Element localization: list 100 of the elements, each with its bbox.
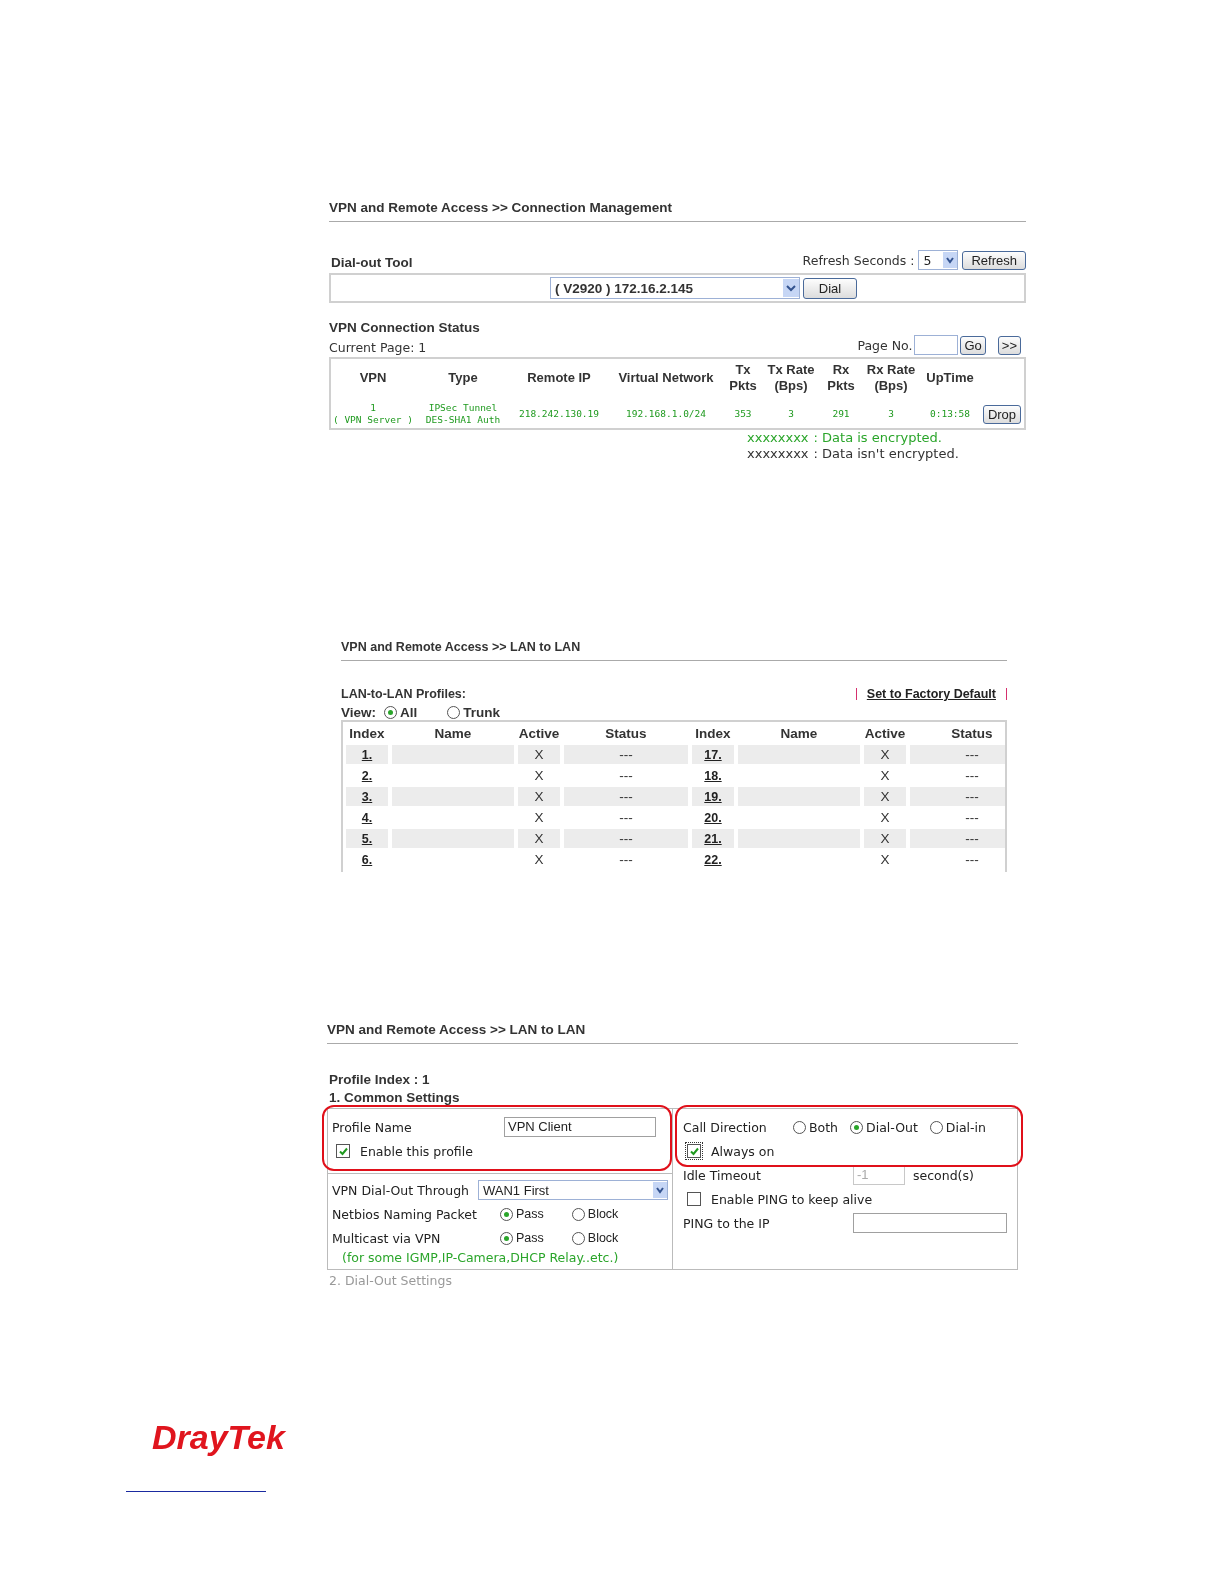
- section-title: LAN-to-LAN Profiles:: [341, 687, 466, 701]
- column-header: Index: [694, 725, 732, 743]
- column-header: Index: [348, 725, 386, 743]
- table-cell-text: 218.242.130.19: [517, 407, 601, 421]
- radio-button[interactable]: [384, 706, 397, 719]
- column-header: Rx Pkts: [826, 362, 856, 394]
- checkbox[interactable]: [336, 1144, 350, 1158]
- section-title: Dial-out Tool: [331, 255, 413, 270]
- profile-index-link[interactable]: 17.: [704, 748, 722, 762]
- table-cell: X: [518, 787, 560, 806]
- refresh-button[interactable]: Refresh: [962, 250, 1026, 270]
- current-page-label: Current Page: 1: [329, 340, 427, 355]
- page-title: VPN and Remote Access >> LAN to LAN: [341, 640, 582, 654]
- radio-button[interactable]: [571, 1231, 585, 1245]
- ping-ip-field[interactable]: [853, 1213, 1007, 1233]
- table-cell: X: [864, 787, 906, 806]
- column-header: Status: [950, 725, 994, 743]
- table-cell: X: [864, 745, 906, 764]
- profile-name-field[interactable]: VPN Client: [504, 1117, 656, 1137]
- field-label: Netbios Naming Packet: [332, 1206, 478, 1222]
- radio-label: Block: [587, 1207, 619, 1221]
- dial-out-through-select[interactable]: WAN1 First: [478, 1180, 668, 1200]
- column-header: Active: [518, 725, 560, 743]
- radio-button[interactable]: [500, 1207, 513, 1221]
- profile-index-link[interactable]: 5.: [361, 832, 373, 846]
- table-cell: ---: [564, 787, 688, 806]
- table-cell-text: ---: [964, 851, 980, 869]
- go-button[interactable]: Go: [960, 335, 986, 355]
- note-text: (for some IGMP,IP-Camera,DHCP Relay..etc.): [341, 1250, 620, 1265]
- table-cell: ---: [910, 829, 1005, 848]
- column-header: Rx Rate (Bps): [865, 362, 917, 394]
- table-cell-text: ---: [964, 809, 980, 827]
- table-cell: ---: [910, 787, 1005, 806]
- refresh-label: Refresh Seconds :: [802, 252, 915, 268]
- profile-index-link[interactable]: 2.: [361, 769, 373, 783]
- field-label: Call Direction: [683, 1119, 768, 1135]
- section-title: VPN Connection Status: [329, 320, 481, 335]
- profile-index-link[interactable]: 4.: [361, 811, 373, 825]
- table-cell: ---: [564, 745, 688, 764]
- radio-label: Dial-in: [945, 1119, 986, 1135]
- profile-index-link[interactable]: 22.: [704, 853, 722, 867]
- profile-index-link[interactable]: 18.: [704, 769, 722, 783]
- table-cell: 1 ( VPN Server ): [331, 402, 415, 426]
- column-header: Remote IP: [526, 369, 592, 387]
- table-cell-text: IPSec Tunnel DES-SHA1 Auth: [424, 402, 502, 426]
- radio-label: Dial-Out: [866, 1119, 918, 1135]
- checkbox[interactable]: [687, 1192, 701, 1206]
- factory-default-link[interactable]: Set to Factory Default: [866, 687, 996, 701]
- unit-label: second(s): [913, 1167, 974, 1183]
- profile-index-link[interactable]: 20.: [704, 811, 722, 825]
- table-cell: ---: [564, 829, 688, 848]
- profile-select[interactable]: ( V2920 ) 172.16.2.145: [550, 277, 800, 299]
- radio-label: Block: [587, 1231, 619, 1245]
- profile-index-link[interactable]: 1.: [361, 748, 373, 762]
- table-cell-text: ---: [618, 809, 634, 827]
- field-label: Multicast via VPN: [332, 1230, 442, 1246]
- legend-sample: xxxxxxxx: [747, 430, 809, 445]
- table-cell-text: 353: [733, 407, 753, 421]
- table-cell-text: 3: [887, 407, 895, 421]
- view-label: View:: [341, 705, 376, 720]
- radio-label: Both: [809, 1119, 839, 1135]
- page-number-label: Page No.: [857, 337, 913, 353]
- radio-button[interactable]: [571, 1207, 585, 1221]
- radio-button[interactable]: [793, 1120, 806, 1134]
- table-cell-text: ---: [964, 767, 980, 785]
- column-header: Tx Rate (Bps): [766, 362, 816, 394]
- profile-index-label: Profile Index : 1: [328, 1072, 431, 1087]
- radio-label: Pass: [516, 1207, 544, 1221]
- checkbox-label: Enable PING to keep alive: [711, 1191, 873, 1207]
- drop-button[interactable]: Drop: [982, 404, 1022, 424]
- page-title: VPN and Remote Access >> LAN to LAN: [327, 1022, 587, 1037]
- checkbox[interactable]: [687, 1144, 701, 1158]
- profile-index-link[interactable]: 21.: [704, 832, 722, 846]
- field-label: VPN Dial-Out Through: [332, 1182, 470, 1198]
- column-header: Tx Pkts: [728, 362, 758, 394]
- radio-label: All: [400, 705, 418, 720]
- radio-button[interactable]: [500, 1231, 513, 1245]
- dial-button[interactable]: Dial: [803, 277, 857, 299]
- checkbox-label: Always on: [711, 1143, 775, 1159]
- profile-index-link[interactable]: 6.: [361, 853, 373, 867]
- page-number-field[interactable]: [914, 335, 959, 355]
- company-logo: DrayTek: [152, 1418, 285, 1457]
- column-header: Virtual Network: [617, 369, 715, 387]
- table-cell: X: [864, 829, 906, 848]
- refresh-select[interactable]: 5: [918, 250, 959, 270]
- profile-index-link[interactable]: 19.: [704, 790, 722, 804]
- table-cell-text: X: [879, 809, 891, 827]
- next-page-button[interactable]: >>: [997, 335, 1021, 355]
- radio-button[interactable]: [929, 1120, 943, 1134]
- field-label: PING to the IP: [683, 1215, 771, 1231]
- radio-button[interactable]: [850, 1120, 864, 1134]
- legend-text: : Data isn't encrypted.: [813, 446, 959, 461]
- radio-button[interactable]: [447, 706, 461, 719]
- table-cell-text: X: [879, 767, 891, 785]
- table-cell-text: ---: [618, 851, 634, 869]
- table-cell-text: X: [533, 809, 545, 827]
- legend-text: : Data is encrypted.: [813, 430, 942, 445]
- column-header: Name: [433, 725, 473, 743]
- table-cell-text: 291: [831, 407, 851, 421]
- profile-index-link[interactable]: 3.: [361, 790, 373, 804]
